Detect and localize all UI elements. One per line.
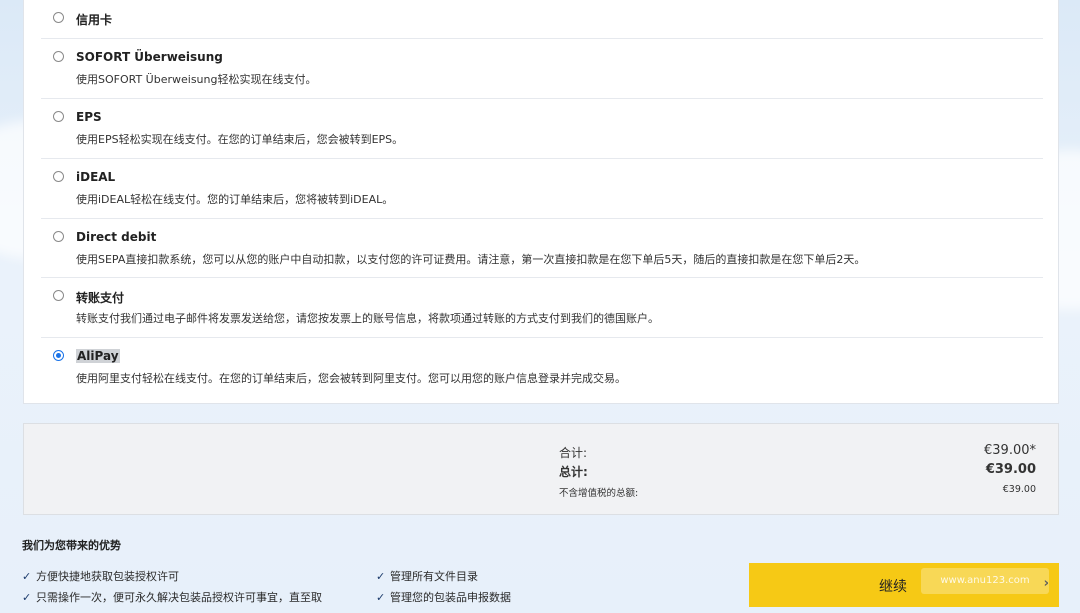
continue-label: 继续 — [879, 579, 907, 595]
watermark: www.anu123.com — [921, 568, 1049, 594]
option-title: iDEAL — [76, 170, 116, 184]
payment-option-alipay[interactable]: AliPay 使用阿里支付轻松在线支付。在您的订单结束后，您会被转到阿里支付。您… — [41, 338, 1043, 398]
option-description: 转账支付我们通过电子邮件将发票发送给您，请您按发票上的账号信息，将款项通过转账的… — [76, 312, 659, 325]
option-description: 使用SOFORT Überweisung轻松实现在线支付。 — [76, 73, 317, 86]
radio-ideal[interactable] — [53, 171, 64, 182]
checkmark-icon: ✓ — [22, 591, 32, 604]
option-title: SOFORT Überweisung — [76, 50, 223, 64]
advantage-item: ✓ 方便快捷地获取包装授权许可 — [22, 570, 179, 583]
advantage-item: ✓ 管理您的包装品申报数据 — [376, 591, 511, 604]
radio-eps[interactable] — [53, 111, 64, 122]
option-description: 使用iDEAL轻松在线支付。您的订单结束后，您将被转到iDEAL。 — [76, 193, 394, 206]
option-description: 使用阿里支付轻松在线支付。在您的订单结束后，您会被转到阿里支付。您可以用您的账户… — [76, 372, 626, 385]
radio-alipay[interactable] — [53, 350, 64, 361]
advantages-title: 我们为您带来的优势 — [22, 539, 121, 552]
payment-methods-panel: 信用卡 SOFORT Überweisung 使用SOFORT Überweis… — [23, 0, 1059, 404]
total-label: 总计: — [559, 465, 588, 479]
subtotal-label: 合计: — [559, 446, 588, 460]
option-description: 使用SEPA直接扣款系统，您可以从您的账户中自动扣款，以支付您的许可证费用。请注… — [76, 253, 866, 266]
option-title: 信用卡 — [76, 13, 113, 27]
radio-direct-debit[interactable] — [53, 231, 64, 242]
option-description: 使用EPS轻松实现在线支付。在您的订单结束后，您会被转到EPS。 — [76, 133, 404, 146]
checkmark-icon: ✓ — [22, 570, 32, 583]
payment-option-eps[interactable]: EPS 使用EPS轻松实现在线支付。在您的订单结束后，您会被转到EPS。 — [41, 99, 1043, 159]
checkmark-icon: ✓ — [376, 591, 386, 604]
total-value: €39.00 — [985, 462, 1036, 477]
radio-bank-transfer[interactable] — [53, 290, 64, 301]
radio-sofort[interactable] — [53, 51, 64, 62]
advantage-item: ✓ 管理所有文件目录 — [376, 570, 478, 583]
order-summary: 合计: €39.00* 总计: €39.00 不含增值税的总额: €39.00 — [23, 423, 1059, 515]
option-title: AliPay — [76, 349, 120, 363]
net-total-value: €39.00 — [1002, 484, 1036, 495]
radio-credit-card[interactable] — [53, 12, 64, 23]
net-total-label: 不含增值税的总额: — [559, 488, 639, 499]
payment-option-sofort[interactable]: SOFORT Überweisung 使用SOFORT Überweisung轻… — [41, 39, 1043, 99]
payment-option-ideal[interactable]: iDEAL 使用iDEAL轻松在线支付。您的订单结束后，您将被转到iDEAL。 — [41, 159, 1043, 219]
option-title: 转账支付 — [76, 291, 125, 305]
subtotal-value: €39.00* — [984, 443, 1036, 458]
option-title: Direct debit — [76, 230, 157, 244]
payment-option-direct-debit[interactable]: Direct debit 使用SEPA直接扣款系统，您可以从您的账户中自动扣款，… — [41, 219, 1043, 278]
payment-option-credit-card[interactable]: 信用卡 — [41, 0, 1043, 39]
option-title: EPS — [76, 110, 102, 124]
payment-option-bank-transfer[interactable]: 转账支付 转账支付我们通过电子邮件将发票发送给您，请您按发票上的账号信息，将款项… — [41, 278, 1043, 338]
checkmark-icon: ✓ — [376, 570, 386, 583]
advantage-item: ✓ 只需操作一次，便可永久解决包装品授权许可事宜，直至取 — [22, 591, 322, 604]
